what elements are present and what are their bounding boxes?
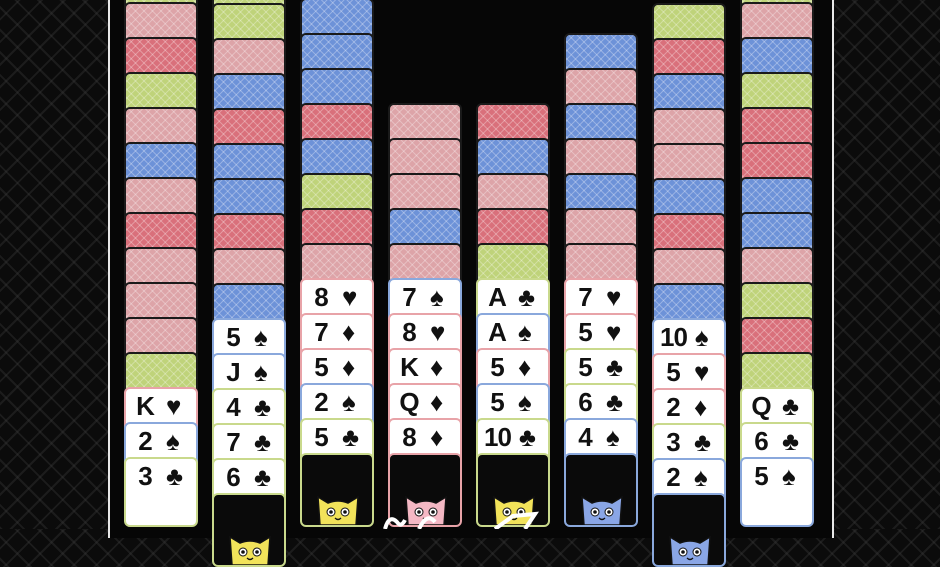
card-rank: 4 [578, 422, 592, 452]
tableau-column-5[interactable]: A ♣ A ♠ 5 ♦ 5 ♠ 10 ♣ [476, 0, 552, 527]
card-rank: 6 [754, 426, 768, 456]
card-rank: 7 [226, 427, 240, 457]
card-suit-icon: ♣ [606, 352, 623, 382]
card-rank: 5 [578, 317, 592, 347]
card-suit-icon: ♠ [254, 322, 268, 352]
game-logo [383, 511, 539, 529]
card-rank: Q [751, 391, 771, 421]
card-suit-icon: ♠ [782, 461, 796, 491]
card-rank: 5 [314, 422, 328, 452]
card-suit-icon: ♠ [342, 387, 356, 417]
card-rank: 6 [578, 387, 592, 417]
card-suit-icon: ♠ [430, 282, 444, 312]
tableau-column-6[interactable]: 7 ♥ 5 ♥ 5 ♣ 6 ♣ 4 ♠ [564, 0, 640, 527]
card-suit-icon: ♣ [518, 282, 535, 312]
card-rank: 10 [484, 422, 512, 452]
card-suit-icon: ♦ [430, 422, 443, 452]
card-rank: 2 [666, 392, 680, 422]
card-suit-icon: ♥ [430, 317, 445, 347]
card-suit-icon: ♥ [166, 391, 181, 421]
card-suit-icon: ♣ [782, 426, 799, 456]
card-suit-icon: ♥ [606, 282, 621, 312]
card-suit-icon: ♥ [342, 282, 357, 312]
card-rank: 2 [314, 387, 328, 417]
card-suit-icon: ♦ [342, 317, 355, 347]
card-rank: 5 [490, 352, 504, 382]
card-suit-icon: ♠ [606, 422, 620, 452]
card-rank: 10 [660, 322, 688, 352]
card-suit-icon: ♦ [430, 352, 443, 382]
logo-stroke-2 [417, 516, 437, 529]
card-rank: J [226, 357, 240, 387]
tableau-column-4[interactable]: 7 ♠ 8 ♥ K ♦ Q ♦ 8 ♦ [388, 0, 464, 527]
cat-card[interactable] [564, 453, 638, 527]
cat-card[interactable] [652, 493, 726, 567]
card-suit-icon: ♠ [518, 387, 532, 417]
cat-card[interactable] [212, 493, 286, 567]
card-rank: A [488, 317, 507, 347]
tableau-column-8[interactable]: Q ♣ 6 ♣ 5 ♠ [740, 0, 816, 527]
cat-face-icon [317, 495, 359, 525]
logo-stroke-1 [383, 517, 407, 529]
card-rank: A [488, 282, 507, 312]
card-rank: 5 [314, 352, 328, 382]
card-suit-icon: ♣ [254, 462, 271, 492]
card-rank: 5 [578, 352, 592, 382]
card-rank: 5 [666, 357, 680, 387]
card-suit-icon: ♦ [518, 352, 531, 382]
logo-stroke-3 [493, 511, 539, 529]
card-suit-icon: ♥ [606, 317, 621, 347]
face-up-card[interactable]: 5 ♠ [740, 457, 814, 527]
card-suit-icon: ♣ [606, 387, 623, 417]
tableau-column-7[interactable]: 10 ♠ 5 ♥ 2 ♦ 3 ♣ 2 ♠ [652, 0, 728, 567]
tableau-board: K ♥ 2 ♠ 3 ♣ 5 ♠ J ♠ 4 ♣ 7 ♣ 6 ♣ 8 ♥ 7 ♦ 5 ♦ 2 ♠ 5 ♣ 7 ♠ 8 ♥ K ♦ Q ♦ 8 ♦ A… [108, 0, 834, 567]
card-suit-icon: ♣ [254, 392, 271, 422]
card-rank: K [400, 352, 419, 382]
card-rank: Q [399, 387, 419, 417]
card-suit-icon: ♠ [694, 322, 709, 352]
tableau-column-2[interactable]: 5 ♠ J ♠ 4 ♣ 7 ♣ 6 ♣ [212, 0, 288, 567]
card-rank: 8 [402, 317, 416, 347]
card-suit-icon: ♦ [694, 392, 707, 422]
cat-face-icon [581, 495, 623, 525]
cat-face-icon [229, 535, 271, 565]
card-rank: 7 [578, 282, 592, 312]
card-rank: 4 [226, 392, 240, 422]
card-suit-icon: ♠ [254, 357, 268, 387]
card-rank: 7 [314, 317, 328, 347]
card-rank: K [136, 391, 155, 421]
card-suit-icon: ♠ [694, 462, 708, 492]
card-rank: 3 [666, 427, 680, 457]
face-up-card[interactable]: 3 ♣ [124, 457, 198, 527]
card-rank: 8 [314, 282, 328, 312]
card-suit-icon: ♣ [254, 427, 271, 457]
card-suit-icon: ♣ [694, 427, 711, 457]
card-rank: 8 [402, 422, 416, 452]
cat-face-icon [669, 535, 711, 565]
card-suit-icon: ♣ [166, 461, 183, 491]
card-suit-icon: ♠ [166, 426, 180, 456]
card-rank: 2 [138, 426, 152, 456]
card-suit-icon: ♦ [430, 387, 443, 417]
card-suit-icon: ♣ [518, 422, 536, 452]
cat-card[interactable] [300, 453, 374, 527]
card-suit-icon: ♦ [342, 352, 355, 382]
card-suit-icon: ♥ [694, 357, 709, 387]
card-suit-icon: ♣ [782, 391, 799, 421]
card-rank: 3 [138, 461, 152, 491]
card-rank: 5 [490, 387, 504, 417]
card-suit-icon: ♠ [518, 317, 532, 347]
card-rank: 5 [226, 322, 240, 352]
card-suit-icon: ♣ [342, 422, 359, 452]
tableau-column-1[interactable]: K ♥ 2 ♠ 3 ♣ [124, 0, 200, 527]
card-rank: 2 [666, 462, 680, 492]
card-rank: 5 [754, 461, 768, 491]
card-rank: 6 [226, 462, 240, 492]
tableau-column-3[interactable]: 8 ♥ 7 ♦ 5 ♦ 2 ♠ 5 ♣ [300, 0, 376, 527]
card-rank: 7 [402, 282, 416, 312]
